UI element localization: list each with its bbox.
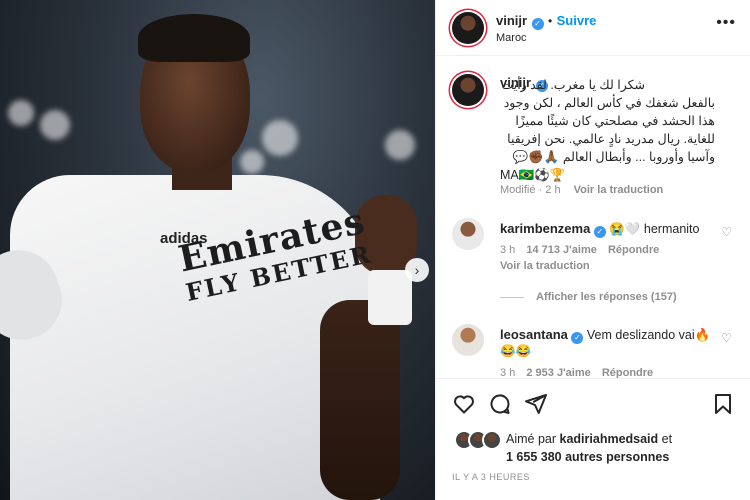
reply-button[interactable]: Répondre — [608, 244, 659, 256]
edited-label: Modifié — [500, 184, 536, 196]
caption-translate-link[interactable]: Voir la traduction — [574, 184, 664, 196]
comment-icon[interactable] — [488, 392, 512, 416]
comment-username[interactable]: karimbenzema — [500, 221, 590, 236]
player-arm — [320, 300, 400, 500]
next-image-button[interactable]: › — [405, 258, 429, 282]
comment-text: Vem deslizando vai🔥 — [586, 328, 711, 342]
comment-body: leosantana ✓ Vem deslizando vai🔥 — [500, 327, 710, 344]
caption-line: هذا الحشد في مصلحتي كان شيئًا مميزًا — [515, 114, 715, 128]
caption-text: شكرا لك يا مغرب. لقد رأيت بالفعل شغفك في… — [500, 76, 715, 184]
comment-like-heart-icon[interactable]: ♡ — [721, 331, 732, 345]
caption-line: بالفعل شغفك في كأس العالم ، لكن وجود — [503, 96, 715, 110]
stadium-light — [8, 100, 34, 126]
verified-badge-icon: ✓ — [593, 226, 606, 238]
post-action-bar — [436, 378, 750, 428]
post-header: vinijr ✓ • Suivre Maroc ••• — [436, 0, 750, 56]
stadium-light — [262, 120, 298, 156]
player-hair — [138, 14, 250, 62]
comment-text: 😭🤍 hermanito — [609, 222, 700, 236]
stadium-light — [40, 110, 70, 140]
post-location[interactable]: Maroc — [496, 32, 527, 44]
author-row: vinijr ✓ • Suivre — [496, 12, 596, 30]
comment-meta: 3 h 14 713 J'aime Répondre — [500, 244, 659, 256]
post-timestamp[interactable]: IL Y A 3 HEURES — [452, 472, 530, 482]
comment-avatar[interactable] — [452, 218, 484, 250]
player-wristband — [368, 270, 412, 325]
comment-avatar[interactable] — [452, 324, 484, 356]
post-side-panel: vinijr ✓ • Suivre Maroc ••• vinijr ✓ شكر… — [435, 0, 750, 500]
liker-avatar[interactable] — [482, 430, 502, 450]
caption-line: وآسيا وأوروبا ... وأبطال العالم 🙏🏾✊🏾💬 — [512, 150, 715, 164]
stadium-light — [240, 150, 264, 174]
more-horizontal-icon[interactable]: ••• — [716, 14, 736, 32]
caption-time: 2 h — [545, 184, 561, 196]
comment-username[interactable]: leosantana — [500, 327, 568, 342]
caption-line: للغاية. ريال مدريد نادٍ عالمي. نحن إفريق… — [507, 132, 715, 146]
likes-summary: Aimé par kadiriahmedsaid et 1 655 380 au… — [506, 430, 736, 466]
likes-suffix[interactable]: autres personnes — [565, 450, 669, 464]
author-avatar[interactable] — [452, 12, 484, 44]
author-username[interactable]: vinijr — [496, 13, 527, 28]
caption-author-avatar[interactable] — [452, 74, 484, 106]
comment-time: 3 h — [500, 244, 516, 256]
comment-translate-link[interactable]: Voir la traduction — [500, 260, 590, 272]
comment-body: karimbenzema ✓ 😭🤍 hermanito — [500, 221, 699, 238]
likes-prefix: Aimé par — [506, 432, 557, 446]
comment-like-heart-icon[interactable]: ♡ — [721, 225, 732, 239]
post-image: adidas Emirates FLY BETTER › — [0, 0, 435, 500]
verified-badge-icon: ✓ — [531, 18, 544, 30]
bookmark-icon[interactable] — [711, 392, 735, 416]
separator-dot: • — [547, 14, 553, 28]
heart-icon[interactable] — [452, 392, 476, 416]
chevron-right-icon: › — [414, 262, 420, 278]
verified-badge-icon: ✓ — [571, 332, 584, 344]
caption-line: MA🇧🇷⚽🏆 — [500, 168, 566, 182]
comment-text-continued: 😂😂 — [500, 344, 532, 358]
likes-count[interactable]: 1 655 380 — [506, 450, 562, 464]
caption-line: شكرا لك يا مغرب. لقد رأيت — [501, 78, 645, 92]
caption-meta: Modifié · 2 h Voir la traduction — [500, 184, 663, 196]
comment-likes[interactable]: 14 713 J'aime — [526, 244, 597, 256]
liker-username[interactable]: kadiriahmedsaid — [560, 432, 659, 446]
stadium-light — [385, 130, 415, 160]
follow-button[interactable]: Suivre — [557, 13, 597, 28]
likes-and: et — [661, 432, 673, 446]
share-icon[interactable] — [524, 392, 548, 416]
view-replies-button[interactable]: Afficher les réponses (157) — [500, 291, 677, 303]
